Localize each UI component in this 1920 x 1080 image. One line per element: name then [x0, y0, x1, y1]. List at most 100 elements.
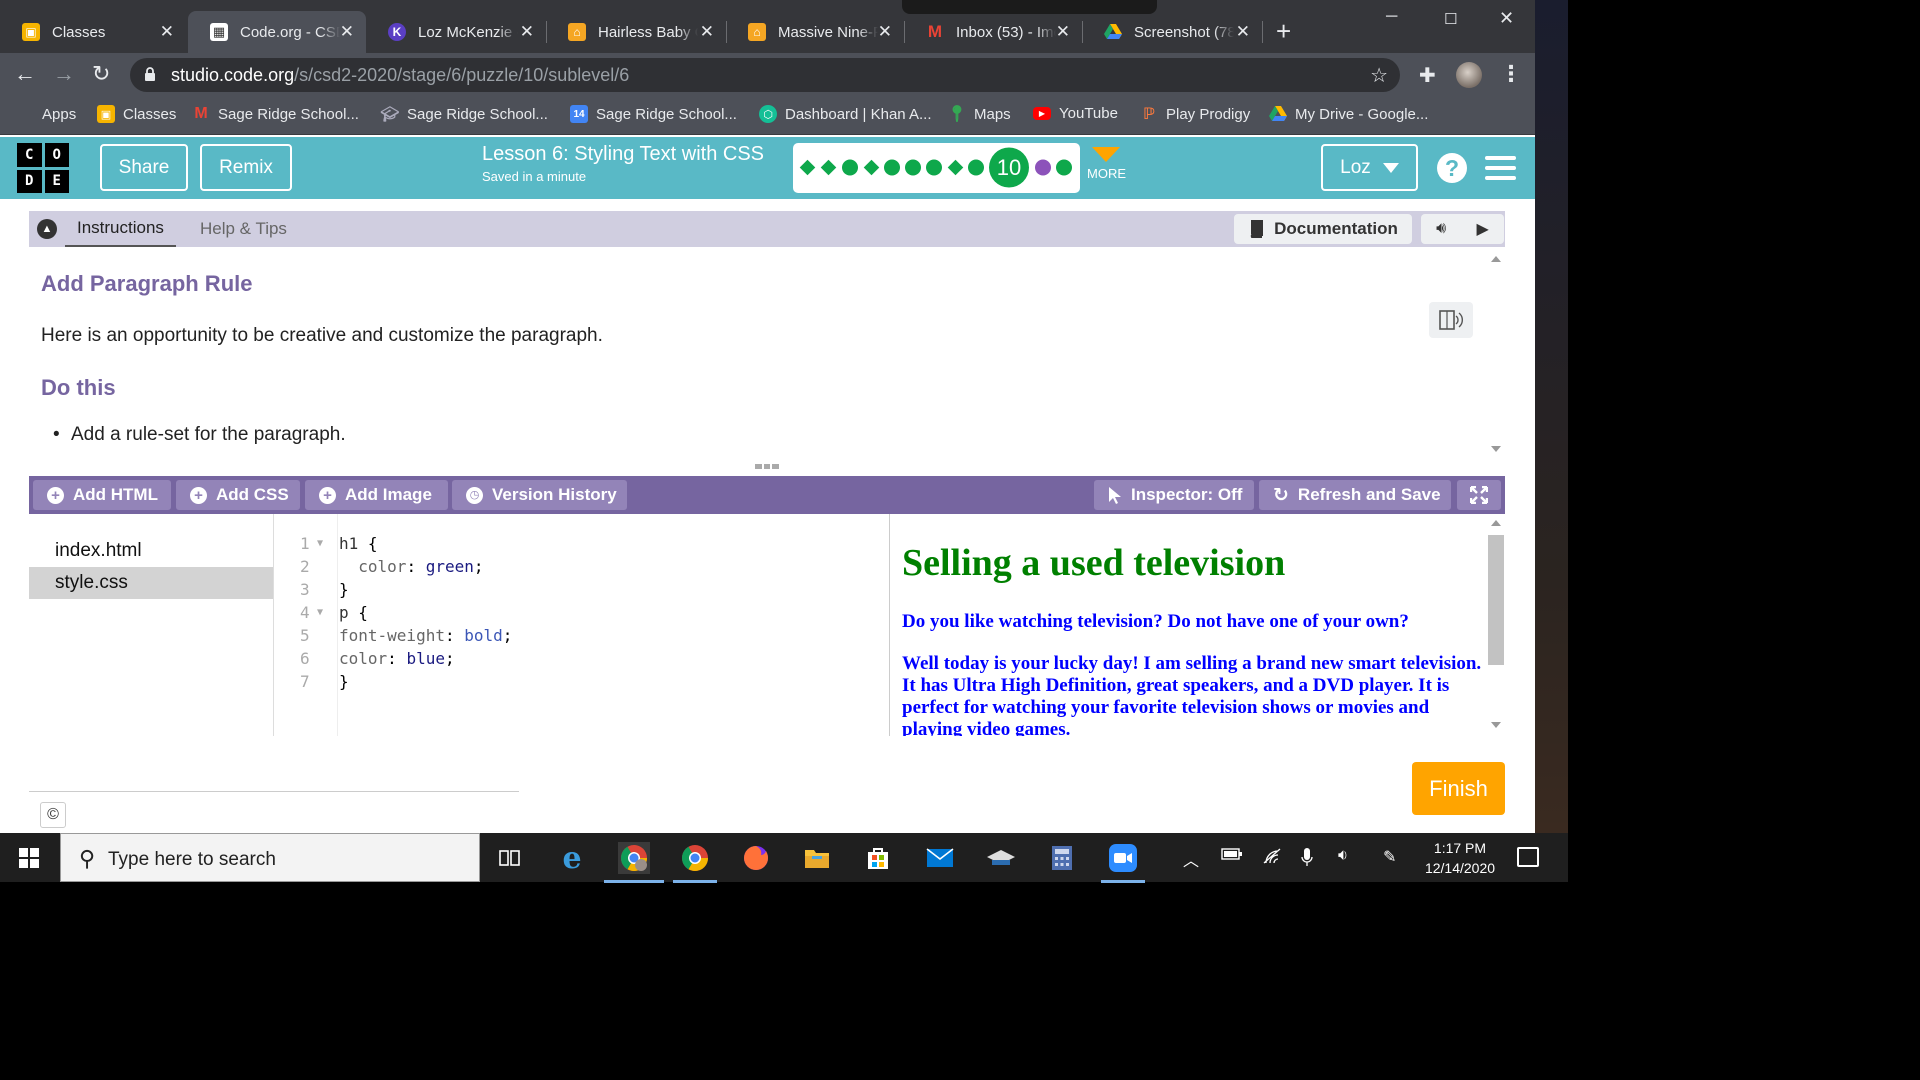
chrome-icon[interactable]: [673, 842, 717, 883]
bookmark-apps[interactable]: Apps: [16, 105, 76, 123]
close-icon[interactable]: ✕: [1236, 23, 1250, 41]
bookmark-khan[interactable]: ⬡ Dashboard | Khan A...: [759, 105, 932, 123]
tab-screenshot[interactable]: Screenshot (78) ✕: [1082, 11, 1263, 53]
firefox-icon[interactable]: [740, 842, 772, 874]
play-icon[interactable]: ▶: [1477, 219, 1489, 239]
fold-arrow-icon[interactable]: ▼: [317, 607, 323, 618]
system-clock[interactable]: 1:17 PM 12/14/2020: [1410, 838, 1510, 878]
tab-classes[interactable]: ▣ Classes ✕: [0, 11, 186, 53]
new-tab-button[interactable]: +: [1276, 18, 1291, 44]
minimize-icon[interactable]: ─: [1386, 8, 1397, 26]
menu-kebab-icon[interactable]: ⋮: [1500, 61, 1522, 87]
lesson-title[interactable]: Lesson 6: Styling Text with CSS: [482, 143, 764, 166]
inspector-toggle[interactable]: Inspector: Off: [1094, 480, 1254, 510]
edge-icon[interactable]: e: [556, 841, 588, 876]
close-icon[interactable]: ✕: [1056, 23, 1070, 41]
remix-button[interactable]: Remix: [200, 144, 292, 191]
tab-massive[interactable]: ⌂ Massive Nine-P ✕: [726, 11, 905, 53]
preview-paragraph: Well today is your lucky day! I am selli…: [902, 653, 1482, 736]
more-button[interactable]: MORE: [1087, 147, 1126, 181]
share-button[interactable]: Share: [100, 144, 188, 191]
file-style-css[interactable]: style.css: [29, 567, 273, 599]
microphone-icon[interactable]: [1301, 847, 1313, 872]
bookmark-youtube[interactable]: ▶ YouTube: [1033, 105, 1118, 122]
forward-icon[interactable]: →: [53, 61, 75, 87]
tab-codeorg[interactable]: ▦ Code.org - CSD ✕: [188, 11, 366, 53]
bookmark-sage-classroom[interactable]: 🎓︎ Sage Ridge School...: [380, 105, 547, 124]
preview-scrollbar[interactable]: [1488, 514, 1505, 736]
close-icon[interactable]: ✕: [878, 23, 892, 41]
read-aloud-icon[interactable]: [1429, 302, 1473, 338]
level-12: [1056, 159, 1072, 176]
taskbar-search[interactable]: ⚲ Type here to search: [60, 833, 480, 882]
bookmark-maps[interactable]: 📍︎ Maps: [947, 105, 1011, 124]
bookmark-sage-calendar[interactable]: 14 Sage Ridge School...: [570, 105, 737, 123]
close-icon[interactable]: ✕: [700, 23, 714, 41]
tab-help-tips[interactable]: Help & Tips: [200, 211, 287, 247]
resize-handle[interactable]: [755, 464, 780, 469]
tab-inbox[interactable]: M Inbox (53) - Imc ✕: [904, 11, 1083, 53]
onedrive-hat-icon[interactable]: [985, 842, 1017, 874]
refresh-save-button[interactable]: ↻ Refresh and Save: [1259, 480, 1451, 510]
version-history-button[interactable]: ◷ Version History: [452, 480, 627, 510]
code-editor[interactable]: 1 ▼ 2 3 4 ▼ 5 6 7 h1 { color: green; } p {…: [274, 514, 889, 736]
battery-icon[interactable]: [1221, 847, 1243, 866]
wifi-icon[interactable]: [1262, 847, 1282, 870]
bookmark-classes[interactable]: ▣ Classes: [97, 105, 176, 123]
close-icon[interactable]: ✕: [160, 23, 174, 41]
file-list: index.html style.css: [29, 514, 274, 736]
tab-loz[interactable]: K Loz McKenzie - ✕: [366, 11, 547, 53]
home-icon: ⌂: [568, 23, 586, 41]
do-this-heading: Do this: [41, 375, 116, 400]
close-window-icon[interactable]: ✕: [1499, 8, 1514, 29]
mail-icon[interactable]: [924, 842, 956, 874]
hamburger-menu-icon[interactable]: [1485, 156, 1516, 186]
extensions-puzzle-icon[interactable]: ✚: [1419, 63, 1436, 88]
line-number: 1: [300, 534, 310, 553]
close-icon[interactable]: ✕: [340, 23, 354, 41]
tab-hairless[interactable]: ⌂ Hairless Baby O ✕: [546, 11, 727, 53]
browser-window: ▣ Classes ✕ ▦ Code.org - CSD ✕ K Loz McK…: [0, 0, 1535, 833]
add-image-button[interactable]: + Add Image: [305, 480, 448, 510]
calculator-icon[interactable]: [1046, 842, 1078, 874]
back-icon[interactable]: ←: [14, 61, 36, 87]
windows-start-icon[interactable]: [19, 848, 39, 868]
volume-icon[interactable]: 🔉︎: [1338, 847, 1348, 865]
speaker-icon[interactable]: 🔊︎: [1436, 220, 1446, 238]
file-explorer-icon[interactable]: [801, 842, 833, 874]
help-icon[interactable]: ?: [1437, 153, 1467, 183]
chrome-profile-icon[interactable]: [604, 842, 664, 883]
bookmark-star-icon[interactable]: ☆: [1370, 63, 1388, 88]
bookmark-sage-gmail[interactable]: M Sage Ridge School...: [192, 105, 359, 123]
maximize-icon[interactable]: ☐: [1444, 10, 1457, 28]
tab-instructions[interactable]: Instructions: [65, 211, 176, 247]
pen-ink-icon[interactable]: ✎: [1383, 847, 1396, 867]
collapse-chevron-icon[interactable]: ▲: [37, 219, 57, 239]
audio-controls: 🔊︎ ▶: [1421, 214, 1504, 244]
profile-avatar[interactable]: [1456, 62, 1482, 88]
fullscreen-icon[interactable]: [1457, 480, 1501, 510]
clock-date: 12/14/2020: [1424, 860, 1496, 876]
user-menu[interactable]: Loz: [1321, 144, 1418, 191]
codeorg-icon: ▦: [210, 23, 228, 41]
finish-button[interactable]: Finish: [1412, 762, 1505, 815]
show-hidden-icons-chevron[interactable]: ︿: [1183, 847, 1199, 871]
notification-center-icon[interactable]: [1517, 847, 1539, 867]
instructions-scrollbar[interactable]: [1487, 247, 1505, 460]
store-icon[interactable]: [862, 842, 894, 874]
bookmark-drive[interactable]: My Drive - Google...: [1269, 105, 1428, 123]
documentation-button[interactable]: Documentation: [1234, 214, 1412, 244]
task-view-icon[interactable]: [494, 842, 526, 874]
add-css-button[interactable]: + Add CSS: [176, 480, 300, 510]
file-index-html[interactable]: index.html: [29, 535, 273, 567]
codeorg-logo[interactable]: CODE: [17, 143, 69, 193]
add-html-button[interactable]: + Add HTML: [33, 480, 171, 510]
reload-icon[interactable]: ↻: [92, 61, 110, 87]
close-icon[interactable]: ✕: [520, 23, 534, 41]
address-bar[interactable]: studio.code.org/s/csd2-2020/stage/6/puzz…: [130, 58, 1400, 92]
bookmark-prodigy[interactable]: ℙ Play Prodigy: [1140, 105, 1250, 124]
refresh-icon: ↻: [1273, 484, 1289, 506]
zoom-icon[interactable]: [1101, 842, 1145, 883]
fold-arrow-icon[interactable]: ▼: [317, 538, 323, 549]
copyright-button[interactable]: ©: [40, 802, 66, 828]
